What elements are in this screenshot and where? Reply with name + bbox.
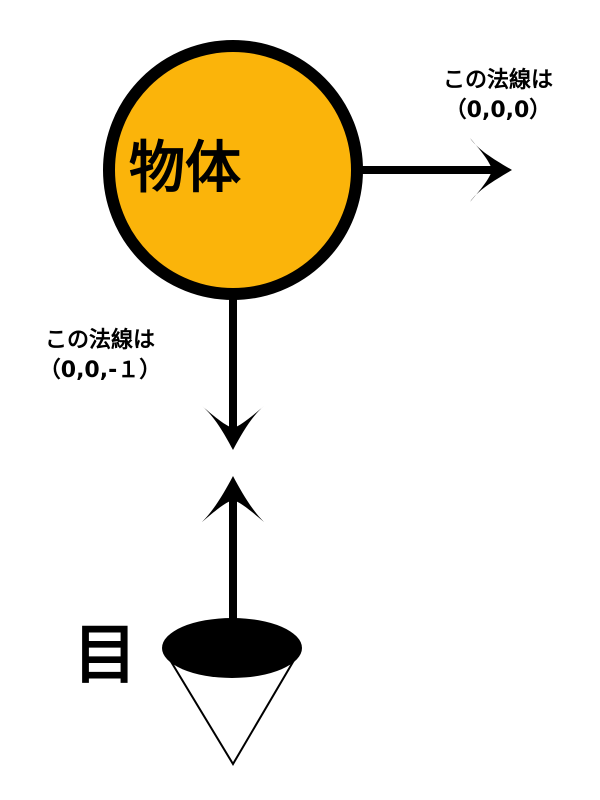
object-label: 物体 [129, 136, 241, 201]
eye-label: 目 [73, 619, 137, 693]
normal-right-note-line1: この法線は [442, 68, 553, 93]
view-arrow-up [202, 476, 264, 622]
normal-down-note-line1: この法線は [44, 328, 155, 353]
normal-right-note-line2: （0,0,0） [444, 98, 552, 123]
eye-cone-top [162, 618, 302, 678]
normal-arrow-right [355, 138, 512, 202]
normal-right-note: この法線は （0,0,0） [408, 66, 588, 126]
normal-arrow-down [202, 298, 264, 450]
normal-down-note-line2: （0,0,-１） [38, 358, 162, 383]
diagram-canvas: 物体 この法線は （0,0,0） この法線は （0,0,-１） 目 [0, 0, 600, 800]
eye-cone-icon [162, 618, 302, 766]
normal-down-note: この法線は （0,0,-１） [8, 326, 192, 386]
